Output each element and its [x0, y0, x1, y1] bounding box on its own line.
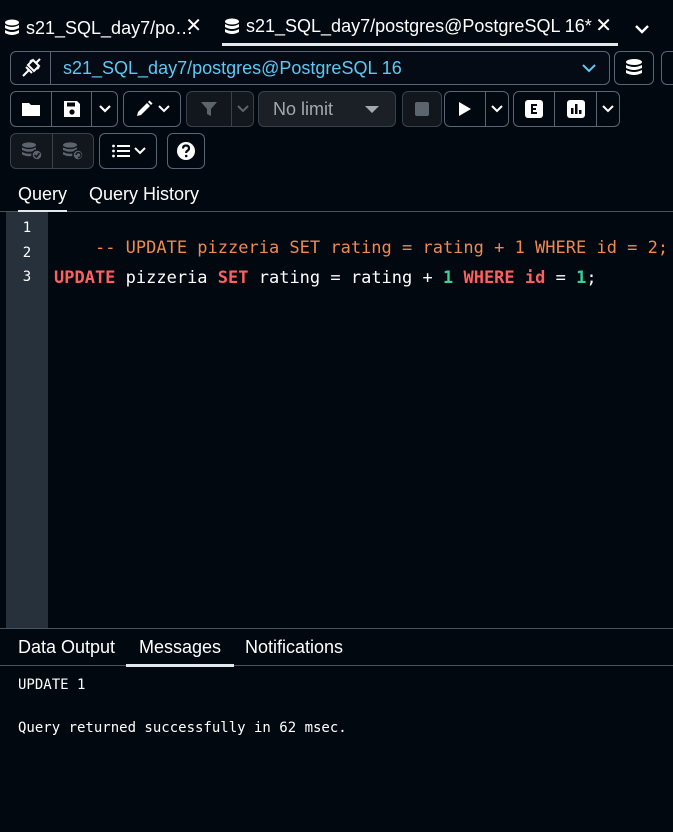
chevron-down-icon	[582, 64, 596, 73]
tab-title: s21_SQL_day7/po…	[26, 17, 194, 38]
explain-analyze-button[interactable]	[554, 92, 596, 126]
result-tabs: Data Output Messages Notifications	[0, 628, 673, 667]
line-number: 1	[22, 220, 32, 236]
tab-query-1[interactable]: s21_SQL_day7/po… ✕	[0, 10, 210, 46]
tab-label: Notifications	[245, 637, 344, 657]
connection-dropdown[interactable]	[569, 62, 609, 74]
sql-number: 1	[576, 268, 587, 288]
tab-data-output[interactable]: Data Output	[18, 629, 115, 666]
close-icon[interactable]: ✕	[185, 16, 202, 36]
database-icon	[5, 19, 19, 35]
tab-label: Data Output	[18, 637, 116, 657]
explain-dropdown[interactable]	[596, 92, 619, 126]
stop-button[interactable]	[402, 91, 442, 127]
help-icon	[177, 142, 195, 160]
execute-button[interactable]	[445, 92, 485, 126]
chevron-down-icon	[133, 147, 146, 155]
edit-pen-icon	[137, 100, 153, 116]
tab-query[interactable]: Query	[18, 176, 68, 213]
code-line-3: UPDATE pizzeria SET rating = rating + 1 …	[54, 268, 597, 288]
filter-button[interactable]	[187, 92, 231, 126]
sql-number: 1	[442, 268, 454, 288]
tab-bar: s21_SQL_day7/po… ✕ s21_SQL_day7/postgres…	[0, 0, 673, 48]
commit-icon	[21, 142, 43, 161]
plug-icon	[21, 58, 41, 77]
edit-button[interactable]	[123, 91, 181, 127]
save-button[interactable]	[51, 92, 91, 126]
sql-keyword: UPDATE	[54, 268, 116, 288]
message-update-count: UPDATE 1	[18, 677, 86, 693]
filter-group	[186, 91, 254, 127]
line-number: 2	[22, 245, 32, 261]
commit-button[interactable]	[11, 134, 52, 168]
sql-keyword: WHERE	[463, 268, 515, 288]
sql-keyword: id	[524, 268, 546, 288]
execute-dropdown[interactable]	[485, 92, 508, 126]
filter-dropdown[interactable]	[231, 92, 253, 126]
open-file-icon	[22, 103, 40, 116]
open-file-button[interactable]	[11, 92, 51, 126]
close-icon[interactable]: ✕	[595, 16, 612, 36]
macros-button[interactable]	[99, 133, 157, 169]
chevron-down-icon	[491, 105, 503, 113]
tab-list-button[interactable]	[622, 12, 662, 46]
play-icon	[459, 102, 471, 116]
editor-tabs: Query Query History	[0, 176, 673, 213]
rollback-icon	[63, 142, 84, 161]
connection-selector[interactable]: s21_SQL_day7/postgres@PostgreSQL 16	[10, 51, 610, 85]
sql-text: rating = rating +	[248, 268, 443, 288]
rollback-button[interactable]	[52, 134, 93, 168]
macros-segment	[100, 134, 156, 168]
chevron-down-icon	[635, 25, 649, 34]
chevron-down-icon	[98, 105, 111, 113]
stop-segment	[403, 92, 441, 126]
tab-label: Query	[18, 183, 68, 204]
chevron-down-icon	[158, 105, 170, 113]
tab-title: s21_SQL_day7/postgres@PostgreSQL 16*	[246, 16, 592, 36]
help-segment	[168, 134, 204, 168]
filter-icon	[201, 102, 217, 116]
stop-icon	[415, 102, 429, 116]
execute-group	[444, 91, 509, 127]
explain-button[interactable]	[514, 92, 554, 126]
caret-down-icon	[365, 106, 379, 113]
tab-query-2[interactable]: s21_SQL_day7/postgres@PostgreSQL 16* ✕	[222, 10, 618, 46]
new-connection-button[interactable]	[614, 51, 654, 85]
sql-text: ;	[586, 268, 597, 288]
help-button[interactable]	[167, 133, 205, 169]
explain-group	[513, 91, 620, 127]
tab-messages[interactable]: Messages	[126, 629, 235, 667]
sql-text: pizzeria	[115, 268, 218, 288]
clipped-button[interactable]	[661, 51, 673, 85]
line-number: 3	[22, 269, 32, 285]
save-icon	[63, 101, 80, 117]
save-options-dropdown[interactable]	[91, 92, 117, 126]
database-stack-icon	[626, 59, 642, 75]
tab-label: Query History	[89, 183, 200, 204]
explain-analyze-icon	[566, 100, 585, 118]
connection-label: s21_SQL_day7/postgres@PostgreSQL 16	[63, 57, 402, 78]
database-icon	[225, 18, 239, 34]
tab-query-history[interactable]: Query History	[89, 176, 199, 212]
chevron-down-icon	[236, 105, 249, 113]
sql-text: =	[545, 268, 577, 288]
tab-label: Messages	[139, 637, 222, 657]
macros-icon	[111, 144, 130, 158]
message-query-status: Query returned successfully in 62 msec.	[18, 720, 347, 736]
sql-editor[interactable]: 1 2 3 -- UPDATE pizzeria SET rating = ra…	[6, 212, 673, 628]
chevron-down-icon	[602, 105, 614, 113]
sql-comment: -- UPDATE pizzeria SET rating = rating +…	[94, 238, 669, 258]
explain-icon	[525, 100, 543, 118]
row-limit-value: No limit	[273, 98, 334, 119]
connection-status[interactable]	[11, 52, 51, 84]
edit-segment	[124, 92, 180, 126]
transaction-group	[10, 133, 94, 169]
sql-keyword: SET	[217, 268, 249, 288]
row-limit-select[interactable]: No limit	[258, 91, 396, 127]
file-toolbar-group	[10, 91, 118, 127]
tab-notifications[interactable]: Notifications	[245, 629, 343, 666]
